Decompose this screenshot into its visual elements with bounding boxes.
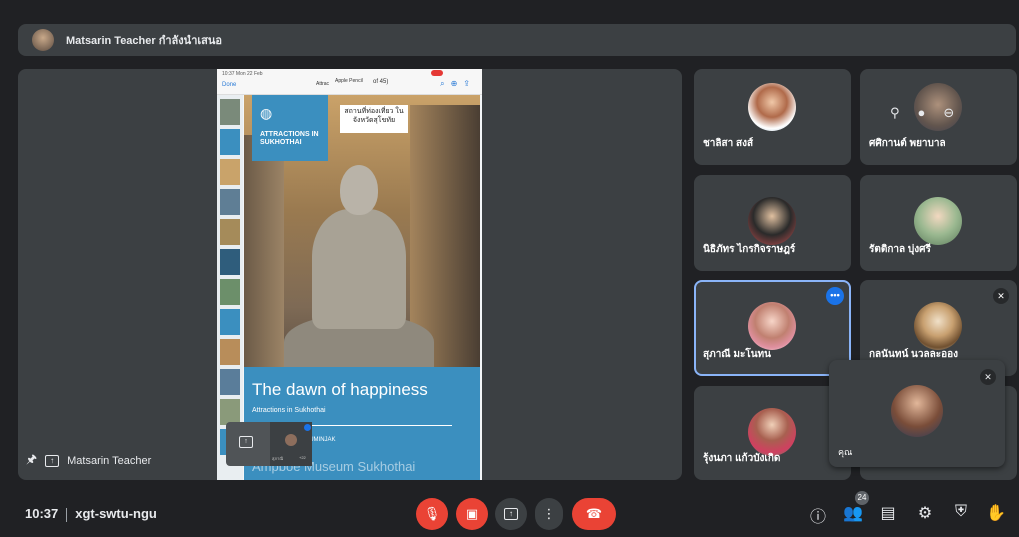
avatar — [914, 302, 962, 350]
participant-tile[interactable]: ชาลิสา สงส์ — [694, 69, 851, 165]
presenter-avatar — [32, 29, 54, 51]
ipad-time: 10:37 Mon 22 Feb — [222, 71, 263, 77]
participant-name: สุภาณี มะโนทน — [703, 349, 771, 360]
pin-icon[interactable]: 🖈 — [26, 450, 37, 471]
chat-icon[interactable]: ▤ — [878, 503, 898, 523]
thumbnail — [220, 189, 240, 215]
buddha-statue — [284, 165, 434, 375]
participant-tile[interactable]: รัตติกาล บุ่งศรี — [860, 175, 1017, 271]
avatar — [285, 434, 297, 446]
ipad-doc-title: Attrac — [316, 81, 330, 87]
globe-icon: ◍ — [260, 105, 273, 121]
mini-tile-label: สุภาณี — [272, 456, 284, 461]
participant-tile[interactable]: ⚲ ● ⊖ ศศิกานต์ พยาบาล — [860, 69, 1017, 165]
presenting-mini-overlay[interactable]: ↑ สุภาณี +22 — [226, 422, 312, 466]
participant-name: ชาลิสา สงส์ — [703, 138, 754, 149]
ipad-toolbar: 10:37 Mon 22 Feb Done Attrac Apple Penci… — [217, 69, 482, 95]
present-icon: ↑ — [504, 508, 518, 520]
avatar — [914, 197, 962, 245]
present-button[interactable]: ↑ — [495, 498, 527, 530]
thumbnail — [220, 99, 240, 125]
thumbnail — [220, 309, 240, 335]
presenting-banner: Matsarin Teacher กำลังนำเสนอ — [18, 24, 1016, 56]
hang-up-icon: ☎ — [585, 506, 603, 521]
thumbnail — [220, 219, 240, 245]
mic-off-icon: ✕ — [980, 369, 996, 385]
options-dot-icon[interactable] — [304, 424, 311, 431]
ipad-pencil-status: Apple Pencil — [335, 78, 363, 84]
presenter-name: Matsarin Teacher — [67, 454, 152, 467]
more-options-icon[interactable]: ••• — [826, 287, 844, 305]
slide-badge: ◍ ATTRACTIONS IN SUKHOTHAI — [252, 95, 328, 161]
pillar-left — [244, 135, 284, 375]
ipad-record-indicator — [431, 70, 443, 76]
remove-icon[interactable]: ⊖ — [943, 105, 954, 121]
self-view-tile[interactable]: ✕ คุณ — [829, 360, 1005, 467]
slide-heading: The dawn of happiness — [252, 380, 428, 399]
present-icon[interactable]: ↑ — [239, 436, 253, 448]
self-view-name: คุณ — [838, 447, 853, 457]
camera-off-icon: ▣ — [465, 506, 479, 521]
mini-self-tile: สุภาณี +22 — [270, 422, 312, 466]
shared-screen: 10:37 Mon 22 Feb Done Attrac Apple Penci… — [217, 69, 482, 480]
thumbnail — [220, 159, 240, 185]
more-vert-icon: ⋮ — [542, 506, 556, 521]
camera-off-button[interactable]: ▣ — [456, 498, 488, 530]
leave-call-button[interactable]: ☎ — [572, 498, 616, 530]
presentation-tile[interactable]: 10:37 Mon 22 Feb Done Attrac Apple Penci… — [18, 69, 682, 480]
mic-off-button[interactable]: 🎙 — [416, 498, 448, 530]
avatar — [748, 408, 796, 456]
thumbnail — [220, 339, 240, 365]
participant-count-badge: 24 — [855, 491, 869, 505]
participant-name: ศศิกานต์ พยาบาล — [869, 138, 946, 149]
tile-hover-controls: ⚲ ● ⊖ — [890, 105, 954, 121]
mic-off-icon: 🎙 — [423, 506, 441, 521]
mini-tile-count: +22 — [299, 455, 306, 460]
participant-tile-active[interactable]: ••• สุภาณี มะโนทน — [694, 280, 851, 376]
ipad-page-count: of 45) — [373, 79, 389, 85]
pin-icon[interactable]: ⚲ — [890, 105, 900, 121]
thumbnail — [220, 279, 240, 305]
people-icon[interactable]: 👥 — [843, 503, 863, 523]
thumbnail — [220, 129, 240, 155]
meeting-time: 10:37 — [25, 506, 59, 521]
meeting-code: xgt-swtu-ngu — [75, 506, 157, 521]
activities-icon[interactable]: ⚙ — [915, 503, 935, 523]
present-icon: ↑ — [45, 454, 60, 467]
participant-name: รุ้งนภา แก้วบังเกิด — [703, 453, 781, 464]
mic-off-icon: ✕ — [993, 288, 1009, 304]
participant-name: รัตติกาล บุ่งศรี — [869, 244, 931, 255]
thumbnail — [220, 249, 240, 275]
ipad-done-button: Done — [222, 82, 237, 88]
info-icon[interactable]: ⓘ — [808, 503, 828, 527]
avatar — [891, 385, 943, 437]
participant-tile[interactable]: นิธิภัทร ไกรกิจราษฎร์ — [694, 175, 851, 271]
mic-icon[interactable]: ● — [918, 105, 926, 121]
participant-name: นิธิภัทร ไกรกิจราษฎร์ — [703, 244, 796, 255]
hand-raise-icon[interactable]: ✋ — [986, 503, 1006, 523]
slide-thai-caption: สถานที่ท่องเที่ยว ในจังหวัดสุโขทัย — [340, 105, 408, 133]
avatar — [748, 197, 796, 245]
thumbnail — [220, 369, 240, 395]
slide-badge-title: ATTRACTIONS IN SUKHOTHAI — [260, 131, 319, 146]
avatar — [748, 83, 796, 131]
host-controls-icon[interactable]: ⛨ — [951, 503, 971, 521]
presenting-banner-text: Matsarin Teacher กำลังนำเสนอ — [66, 35, 222, 47]
ipad-toolbar-icons: ⌕⊕⇪ — [440, 79, 476, 88]
presenter-label: 🖈 ↑ Matsarin Teacher — [26, 450, 151, 471]
avatar — [748, 302, 796, 350]
meeting-details: 10:37 xgt-swtu-ngu — [25, 506, 157, 522]
slide-subheading: Attractions in Sukhothai — [252, 407, 326, 414]
participant-tile[interactable]: รุ้งนภา แก้วบังเกิด — [694, 386, 851, 480]
more-options-button[interactable]: ⋮ — [535, 498, 563, 530]
